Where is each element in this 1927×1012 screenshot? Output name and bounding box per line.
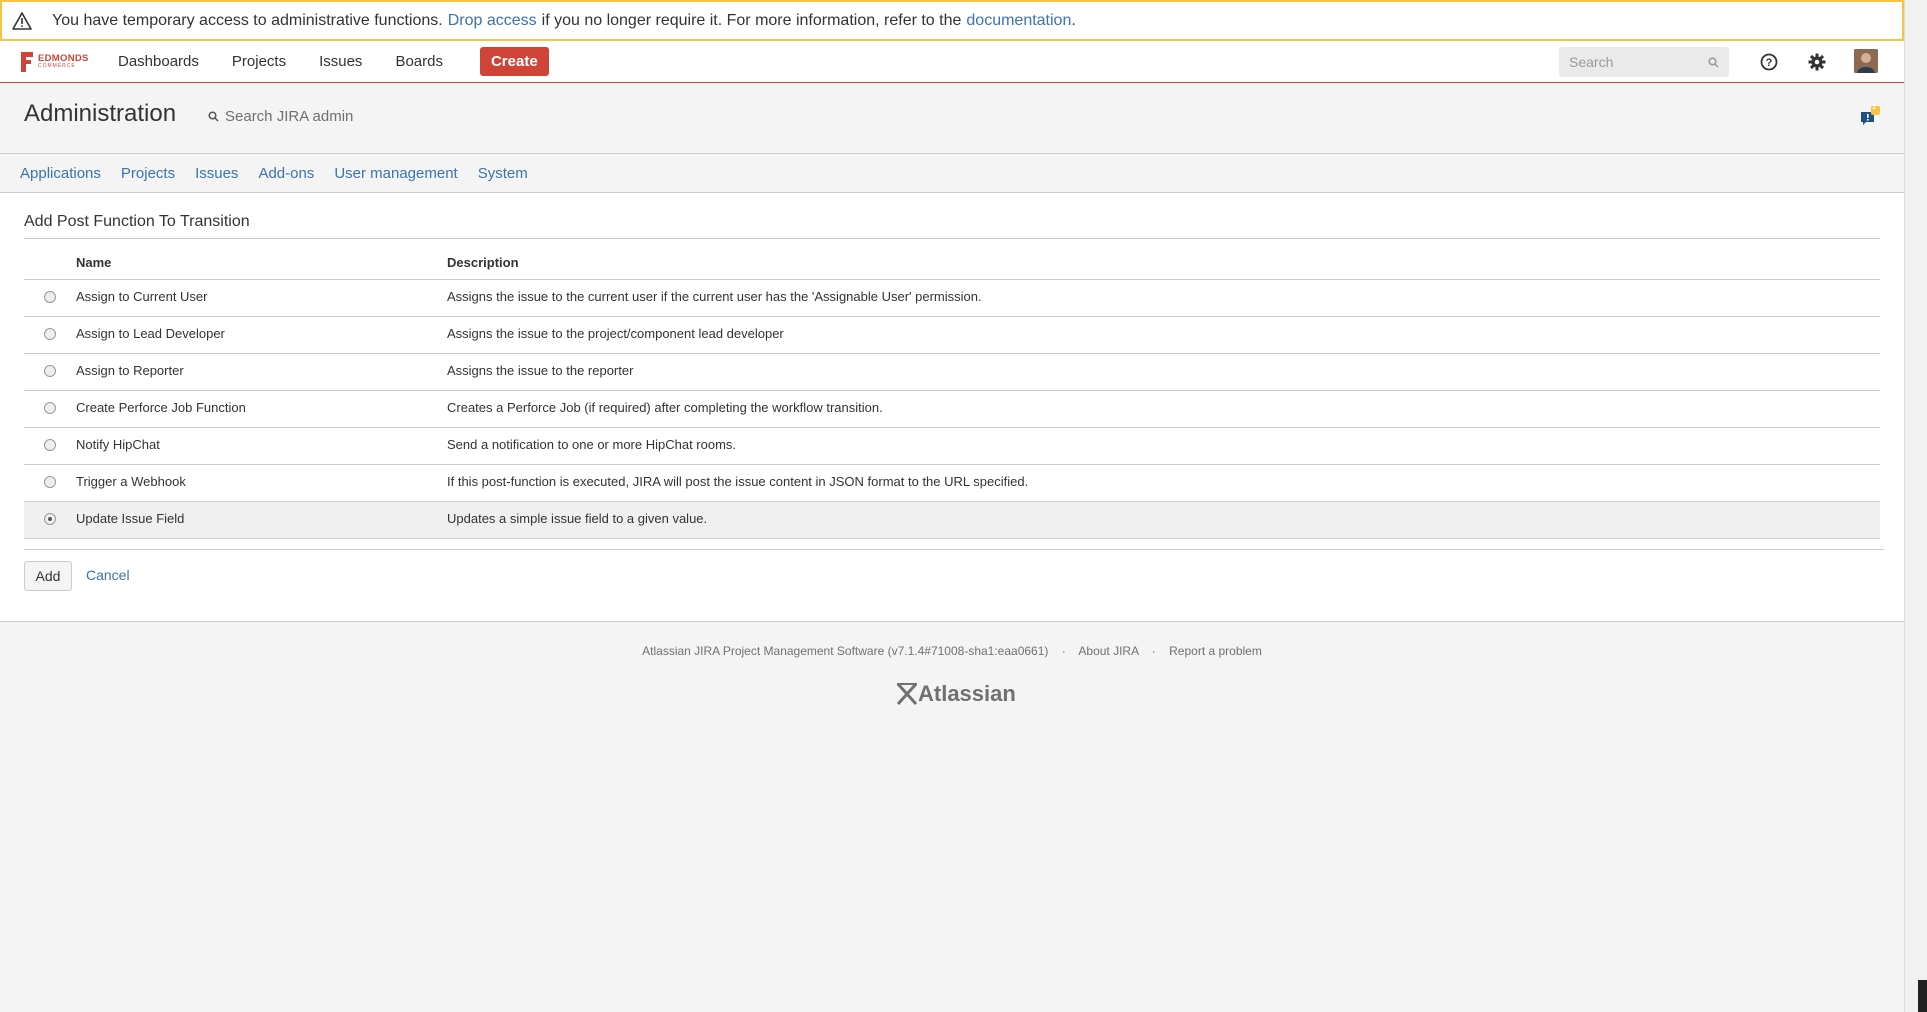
admin-access-banner: You have temporary access to administrat…	[0, 0, 1904, 41]
post-function-name: Assign to Lead Developer	[75, 316, 446, 354]
create-button[interactable]: Create	[479, 47, 549, 76]
footer-separator: ·	[1061, 644, 1066, 658]
help-icon[interactable]: ?	[1758, 51, 1780, 73]
banner-text-before: You have temporary access to administrat…	[52, 11, 443, 29]
post-function-radio[interactable]	[43, 327, 56, 340]
nav-projects[interactable]: Projects	[232, 53, 286, 70]
page-scrollbar[interactable]	[1904, 0, 1927, 1012]
nav-boards[interactable]: Boards	[395, 53, 443, 70]
table-row[interactable]: Notify HipChat Send a notification to on…	[24, 427, 1880, 465]
main-nav: Dashboards Projects Issues Boards Create	[118, 47, 549, 76]
tab-applications[interactable]: Applications	[20, 165, 101, 182]
post-function-radio[interactable]	[43, 438, 56, 451]
notification-count: 1	[1872, 104, 1876, 111]
report-problem-link[interactable]: Report a problem	[1169, 644, 1262, 658]
footer-version: Atlassian JIRA Project Management Softwa…	[642, 644, 1049, 658]
main-content: Add Post Function To Transition Name Des…	[0, 193, 1904, 622]
admin-header: Administration Search JIRA admin 1	[0, 84, 1904, 154]
logo-subtext: COMMERCE	[38, 62, 76, 69]
settings-gear-icon[interactable]	[1806, 51, 1828, 73]
banner-text-middle: if you no longer require it. For more in…	[541, 11, 962, 29]
search-icon	[208, 111, 219, 122]
nav-dashboards[interactable]: Dashboards	[118, 53, 199, 70]
post-function-radio[interactable]	[43, 290, 56, 303]
atlassian-logo[interactable]: Atlassian	[896, 681, 1016, 707]
top-header: EDMONDS COMMERCE Dashboards Projects Iss…	[0, 41, 1904, 83]
post-function-name: Update Issue Field	[75, 501, 446, 539]
search-icon	[1708, 56, 1719, 68]
table-row[interactable]: Create Perforce Job Function Creates a P…	[24, 390, 1880, 428]
post-function-table: Name Description Assign to Current User …	[24, 246, 1880, 539]
post-function-description: Creates a Perforce Job (if required) aft…	[446, 390, 1880, 428]
table-row[interactable]: Assign to Lead Developer Assigns the iss…	[24, 316, 1880, 354]
post-function-radio[interactable]	[43, 401, 56, 414]
post-function-description: Assigns the issue to the project/compone…	[446, 316, 1880, 354]
company-logo[interactable]: EDMONDS COMMERCE	[19, 47, 99, 77]
post-function-description: Send a notification to one or more HipCh…	[446, 427, 1880, 465]
notification-icon[interactable]: 1	[1860, 104, 1880, 128]
section-title: Add Post Function To Transition	[24, 213, 1880, 239]
post-function-description: Assigns the issue to the reporter	[446, 353, 1880, 391]
footer-links: Atlassian JIRA Project Management Softwa…	[0, 644, 1904, 658]
table-row[interactable]: Assign to Reporter Assigns the issue to …	[24, 353, 1880, 391]
post-function-name: Trigger a Webhook	[75, 464, 446, 502]
tab-add-ons[interactable]: Add-ons	[258, 165, 314, 182]
divider	[24, 549, 1884, 550]
about-jira-link[interactable]: About JIRA	[1078, 644, 1138, 658]
admin-search-placeholder: Search JIRA admin	[225, 108, 354, 125]
tab-user-management[interactable]: User management	[334, 165, 457, 182]
admin-tabs: Applications Projects Issues Add-ons Use…	[0, 154, 1904, 193]
admin-search-input[interactable]: Search JIRA admin	[208, 108, 353, 125]
post-function-name: Assign to Current User	[75, 279, 446, 317]
post-function-description: Updates a simple issue field to a given …	[446, 501, 1880, 539]
nav-issues[interactable]: Issues	[319, 53, 362, 70]
header-search-placeholder: Search	[1569, 54, 1614, 70]
add-button[interactable]: Add	[24, 561, 72, 591]
header-search-input[interactable]: Search	[1559, 47, 1729, 77]
table-row[interactable]: Trigger a Webhook If this post-function …	[24, 464, 1880, 502]
svg-text:?: ?	[1766, 57, 1773, 69]
description-column-header: Description	[446, 246, 1880, 280]
banner-text-after: .	[1071, 11, 1076, 29]
table-row[interactable]: Assign to Current User Assigns the issue…	[24, 279, 1880, 317]
post-function-name: Assign to Reporter	[75, 353, 446, 391]
post-function-radio[interactable]	[43, 364, 56, 377]
name-column-header: Name	[75, 246, 446, 280]
post-function-description: Assigns the issue to the current user if…	[446, 279, 1880, 317]
post-function-radio-selected[interactable]	[43, 512, 56, 525]
table-row-selected[interactable]: Update Issue Field Updates a simple issu…	[24, 501, 1880, 539]
radio-column-header	[24, 246, 75, 280]
logo-mark-icon	[21, 51, 33, 72]
page-title: Administration	[24, 100, 177, 127]
tab-system[interactable]: System	[478, 165, 528, 182]
post-function-radio[interactable]	[43, 475, 56, 488]
scrollbar-thumb[interactable]	[1918, 980, 1927, 1012]
documentation-link[interactable]: documentation	[966, 12, 1071, 30]
atlassian-brand: Atlassian	[918, 681, 1016, 706]
user-avatar[interactable]	[1854, 49, 1878, 73]
table-header-row: Name Description	[24, 246, 1880, 280]
tab-projects[interactable]: Projects	[121, 165, 175, 182]
post-function-description: If this post-function is executed, JIRA …	[446, 464, 1880, 502]
page-footer: Atlassian JIRA Project Management Softwa…	[0, 623, 1904, 1012]
drop-access-link[interactable]: Drop access	[448, 12, 537, 30]
post-function-name: Notify HipChat	[75, 427, 446, 465]
post-function-name: Create Perforce Job Function	[75, 390, 446, 428]
footer-separator: ·	[1151, 644, 1156, 658]
warning-icon	[12, 11, 32, 30]
cancel-link[interactable]: Cancel	[86, 567, 130, 583]
tab-issues[interactable]: Issues	[195, 165, 238, 182]
atlassian-x-icon	[896, 682, 918, 706]
